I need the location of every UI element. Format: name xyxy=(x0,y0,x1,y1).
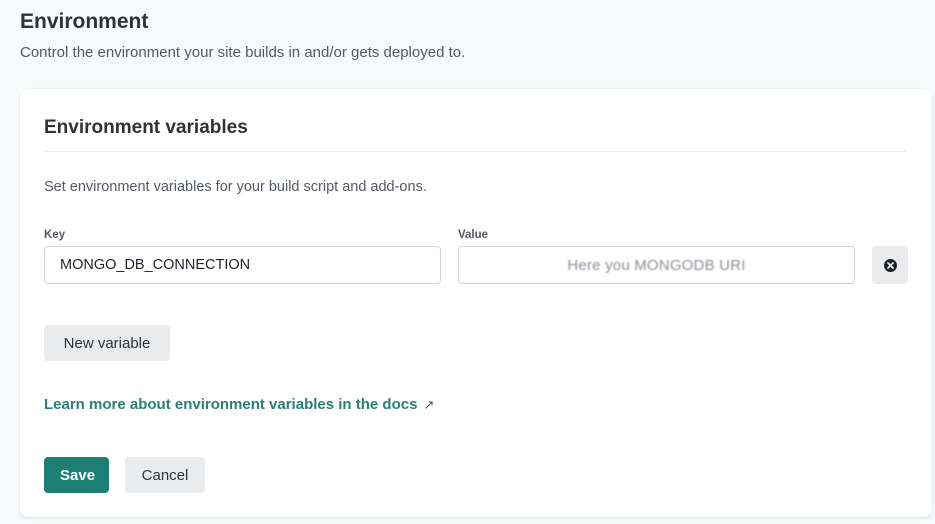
card-description: Set environment variables for your build… xyxy=(44,179,427,195)
cancel-button[interactable]: Cancel xyxy=(125,457,205,493)
key-label: Key xyxy=(44,229,66,241)
docs-link-label: Learn more about environment variables i… xyxy=(44,396,418,413)
close-circle-icon xyxy=(883,258,897,272)
key-input[interactable] xyxy=(44,246,441,284)
card-divider xyxy=(44,151,906,152)
save-button[interactable]: Save xyxy=(44,457,109,493)
environment-variables-card: Environment variables Set environment va… xyxy=(20,89,932,517)
new-variable-button[interactable]: New variable xyxy=(44,325,170,361)
section-description: Control the environment your site builds… xyxy=(20,44,466,61)
value-input[interactable] xyxy=(458,246,855,284)
value-label: Value xyxy=(458,229,489,241)
remove-variable-button[interactable] xyxy=(872,246,908,284)
card-title: Environment variables xyxy=(44,117,248,138)
external-link-icon: ↗ xyxy=(423,396,435,412)
docs-link[interactable]: Learn more about environment variables i… xyxy=(44,396,434,413)
section-title: Environment xyxy=(20,10,149,33)
